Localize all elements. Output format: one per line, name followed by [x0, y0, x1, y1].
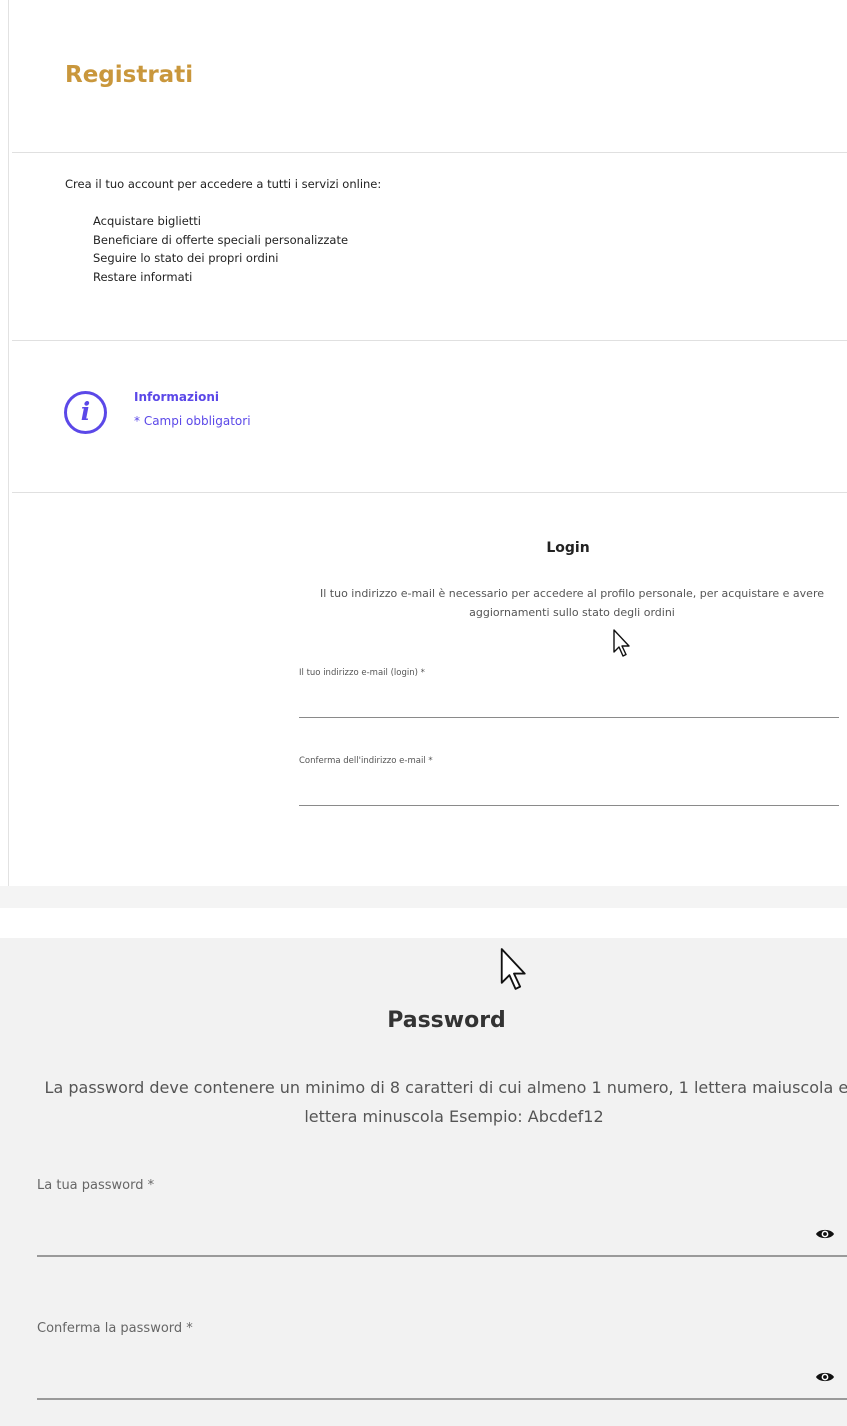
confirm-password-label: Conferma la password * — [37, 1321, 193, 1336]
confirm-password-field: Conferma la password * — [37, 1321, 847, 1400]
list-item: Acquistare biglietti — [93, 214, 201, 228]
password-label: La tua password * — [37, 1178, 155, 1193]
password-panel: Password La password deve contenere un m… — [0, 938, 847, 1426]
password-requirements: La password deve contenere un minimo di … — [44, 1078, 847, 1126]
section-bottom-band — [0, 886, 847, 908]
mouse-cursor-icon — [500, 948, 526, 990]
info-icon: i — [64, 391, 107, 434]
confirm-email-field: Conferma dell'indirizzo e-mail * — [299, 756, 839, 806]
confirm-password-row — [37, 1344, 847, 1400]
list-item: Seguire lo stato dei propri ordini — [93, 251, 279, 265]
info-title: Informazioni — [134, 390, 219, 404]
confirm-password-input[interactable] — [37, 1344, 797, 1398]
divider — [12, 492, 847, 493]
confirm-email-input[interactable] — [299, 772, 839, 806]
left-border — [0, 0, 9, 908]
password-field: La tua password * — [37, 1178, 847, 1257]
required-fields-note: * Campi obbligatori — [134, 414, 251, 428]
intro-text: Crea il tuo account per accedere a tutti… — [65, 177, 382, 191]
divider — [12, 152, 847, 153]
email-field: Il tuo indirizzo e-mail (login) * — [299, 668, 839, 718]
list-item: Beneficiare di offerte speciali personal… — [93, 232, 349, 247]
password-section-title: Password — [387, 1008, 506, 1033]
list-item: Restare informati — [93, 269, 193, 284]
confirm-email-label: Conferma dell'indirizzo e-mail * — [299, 756, 433, 766]
password-row — [37, 1201, 847, 1257]
eye-icon[interactable] — [815, 1370, 835, 1384]
email-input[interactable] — [299, 684, 839, 718]
page-title: Registrati — [65, 62, 194, 88]
password-input[interactable] — [37, 1201, 797, 1255]
mouse-cursor-icon — [613, 629, 630, 657]
login-description: Il tuo indirizzo e-mail è necessario per… — [319, 587, 824, 619]
login-section-title: Login — [546, 540, 590, 556]
registration-panel: Registrati Crea il tuo account per acced… — [0, 0, 847, 908]
eye-icon[interactable] — [815, 1227, 835, 1241]
benefits-list: Acquistare biglietti Beneficiare di offe… — [93, 212, 348, 286]
email-label: Il tuo indirizzo e-mail (login) * — [299, 668, 425, 678]
divider — [12, 340, 847, 341]
